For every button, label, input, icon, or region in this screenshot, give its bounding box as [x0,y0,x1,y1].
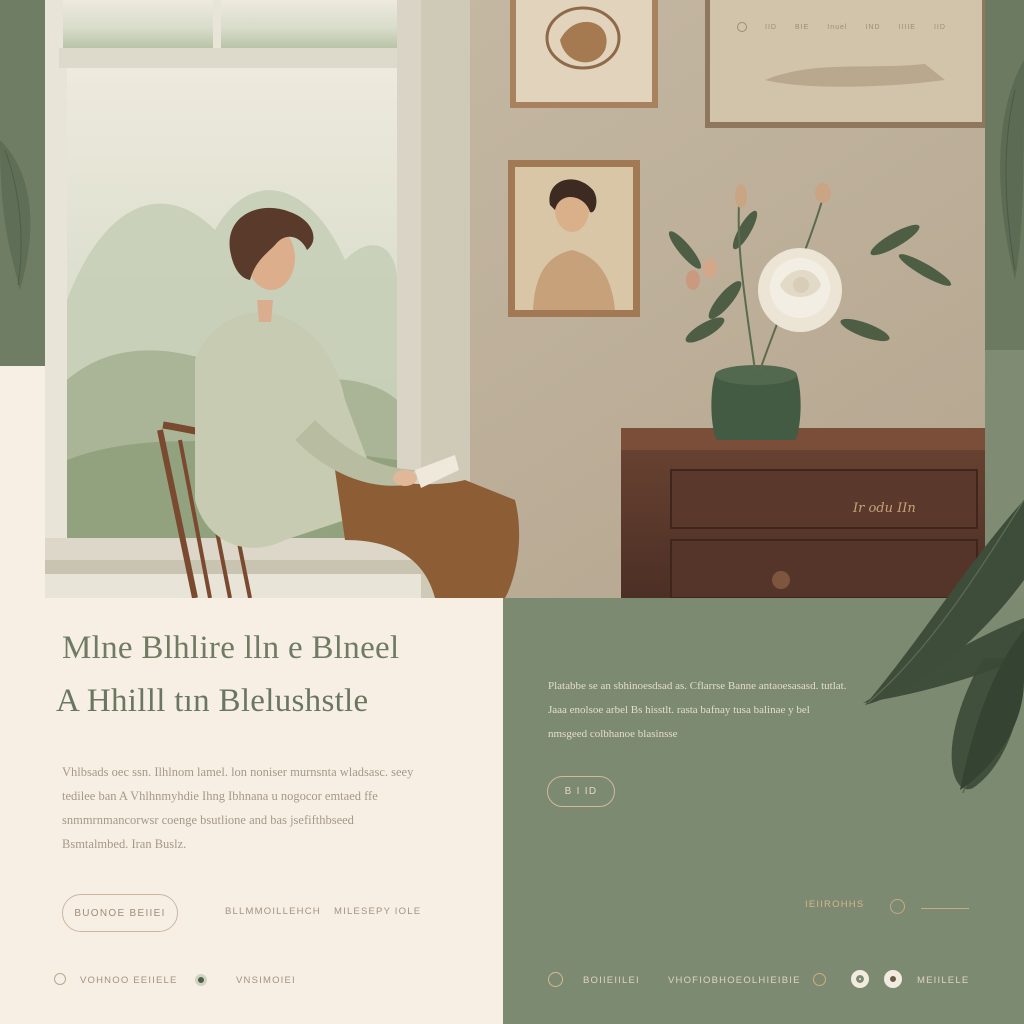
headline-line-2: A Hhilll tın Blelushstle [56,683,369,719]
footer-right-link-2[interactable]: VHOFIOBHOEOLHIEIBIE [668,975,801,986]
nav-item[interactable]: IID [934,24,946,31]
footer-right-link-3[interactable]: MEIILELE [917,975,969,986]
footer-toggle-icon-1[interactable] [851,970,869,988]
leaf-pattern [0,140,31,290]
footer-toggle-icon-2[interactable] [884,970,902,988]
footer-right-icon[interactable] [548,972,563,987]
sage-cta-button[interactable]: B I ID [547,776,615,807]
arrow-line [921,908,969,909]
right-paragraph: Platabbe se an sbhinoesdsad as. Cflarrse… [548,680,847,740]
footer-dot-icon[interactable] [195,974,207,986]
footer-link-2[interactable]: VNSIMOIEI [236,975,296,986]
nav-item[interactable]: IIIIE [899,24,916,31]
nav-item[interactable]: IID [765,24,777,31]
nav-item[interactable]: Inuel [827,24,847,31]
left-edge-panel [0,0,45,366]
left-edge-cream [0,366,45,600]
nav-item[interactable]: BIE [795,24,809,31]
secondary-link-2[interactable]: MILESEPY IOLE [334,906,421,917]
nav-logo-icon[interactable] [737,22,747,32]
top-nav: IID BIE Inuel IND IIIIE IID [737,22,946,32]
footer-sun-icon[interactable] [813,973,826,986]
sage-panel-link[interactable]: IEIIROHHS [805,899,864,910]
hero-illustration: Ir odu IIn [45,0,985,598]
leaf-pattern-right [1000,60,1024,280]
footer-link-1[interactable]: VOHNOO EEIIELE [80,975,178,986]
headline-line-1: Mlne Blhlire lln e Blneel [62,630,400,666]
hero-scene: Ir odu IIn [45,0,985,598]
nav-item[interactable]: IND [865,24,880,31]
arrow-circle-icon[interactable] [890,899,905,914]
footer-right-link-1[interactable]: BOIIEIILEI [583,975,640,986]
footer-globe-icon[interactable] [54,973,66,985]
intro-paragraph: Vhlbsads oec ssn. Ilhlnom lamel. lon non… [62,765,414,851]
right-edge-panel [985,0,1024,350]
secondary-link-1[interactable]: BLLMMOILLEHCH [225,906,321,917]
large-leaf-icon [865,500,1024,790]
primary-cta-button[interactable]: BUONOE BEIIEI [62,894,178,932]
